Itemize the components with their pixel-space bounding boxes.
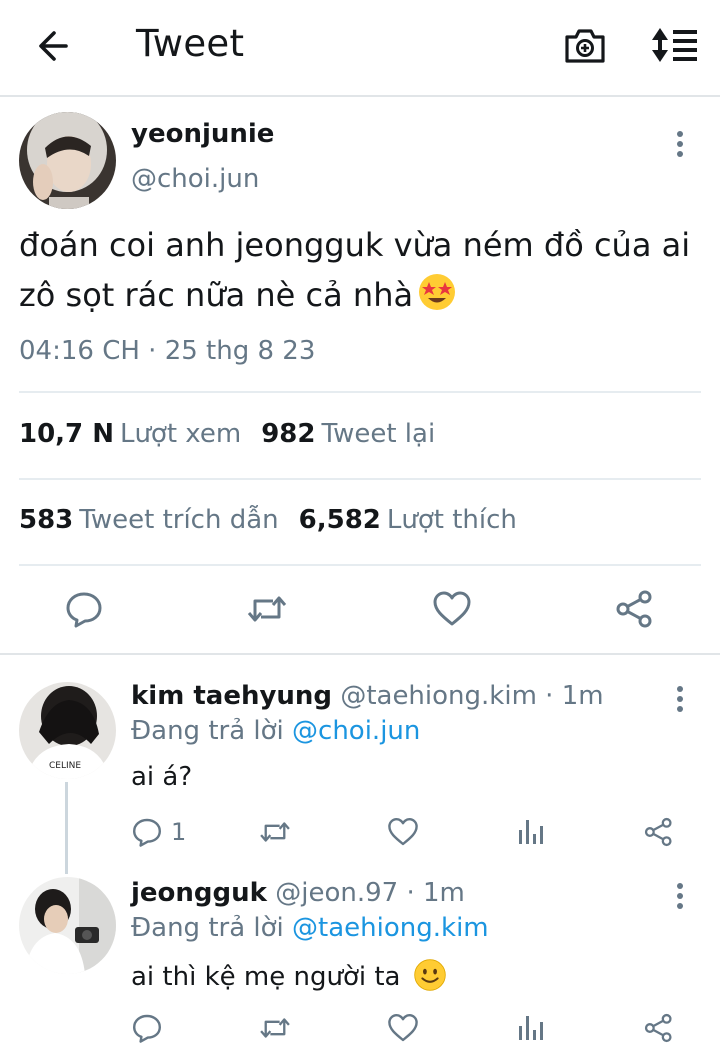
smile-emoji — [414, 959, 446, 991]
like-icon — [433, 591, 471, 626]
divider — [19, 391, 701, 393]
replying-to-link[interactable]: @choi.jun — [292, 716, 420, 746]
author-avatar[interactable] — [19, 112, 116, 209]
reply-text: ai thì kệ mẹ người ta — [131, 962, 401, 992]
retweet-button[interactable] — [245, 589, 289, 629]
analytics-icon — [519, 1016, 543, 1040]
stats-row-views-retweets: 10,7 N Lượt xem 982 Tweet lại — [19, 419, 435, 449]
replying-to-prefix: Đang trả lời — [131, 716, 284, 746]
tweet-timestamp[interactable]: 04:16 CH · 25 thg 8 23 — [19, 336, 315, 366]
page-title: Tweet — [136, 22, 245, 65]
more-vertical-icon — [677, 686, 683, 712]
more-vertical-icon — [677, 131, 683, 157]
reply-icon — [133, 818, 161, 847]
reply-text: ai á? — [131, 762, 193, 792]
reply-avatar[interactable]: CELINE — [19, 682, 116, 779]
section-divider — [0, 653, 720, 655]
svg-text:CELINE: CELINE — [49, 761, 81, 771]
reply-author-name[interactable]: kim taehyung — [131, 681, 332, 711]
author-name[interactable]: yeonjunie — [131, 119, 274, 149]
reply-icon — [133, 1014, 161, 1043]
replying-to-line: Đang trả lời @taehiong.kim — [131, 913, 489, 943]
tweet-body: đoán coi anh jeongguk vừa ném đồ của ai … — [19, 220, 709, 320]
camera-icon — [565, 29, 605, 63]
analytics-button[interactable] — [516, 1012, 546, 1044]
tweet-more-button[interactable] — [665, 126, 695, 162]
reply-icon — [66, 592, 102, 628]
like-icon — [388, 1014, 418, 1042]
retweet-icon — [260, 822, 290, 842]
reply-author-meta[interactable]: @taehiong.kim · 1m — [340, 681, 603, 711]
reply-author-meta[interactable]: @jeon.97 · 1m — [275, 878, 465, 908]
divider — [19, 564, 701, 566]
more-vertical-icon — [677, 883, 683, 909]
replying-to-prefix: Đang trả lời — [131, 913, 284, 943]
retweet-icon — [260, 1018, 290, 1038]
replying-to-line: Đang trả lời @choi.jun — [131, 716, 420, 746]
reply-body: ai thì kệ mẹ người ta — [131, 958, 447, 992]
analytics-button[interactable] — [516, 816, 546, 848]
quotes-count[interactable]: 583 — [19, 505, 73, 535]
star-struck-emoji — [419, 274, 456, 310]
like-button[interactable] — [387, 816, 419, 848]
analytics-icon — [519, 820, 543, 844]
reply-avatar[interactable] — [19, 877, 116, 974]
like-button[interactable] — [387, 1012, 419, 1044]
like-button[interactable] — [432, 589, 472, 629]
back-arrow-icon — [39, 31, 68, 61]
author-handle[interactable]: @choi.jun — [131, 164, 259, 194]
retweet-button[interactable] — [258, 816, 292, 848]
views-count: 10,7 N — [19, 419, 114, 449]
retweets-label[interactable]: Tweet lại — [322, 419, 436, 449]
share-icon — [616, 590, 652, 628]
quotes-label[interactable]: Tweet trích dẫn — [79, 505, 278, 535]
reply-header: jeongguk @jeon.97 · 1m — [131, 878, 465, 908]
reply-button[interactable]: 1 — [131, 816, 186, 848]
likes-count[interactable]: 6,582 — [299, 505, 381, 535]
reply-more-button[interactable] — [665, 878, 695, 914]
replying-to-link[interactable]: @taehiong.kim — [292, 913, 489, 943]
screenshot-button[interactable] — [562, 23, 608, 67]
share-button[interactable] — [614, 589, 656, 629]
reply-count: 1 — [171, 818, 187, 846]
reply-button[interactable] — [64, 589, 104, 629]
retweet-icon — [247, 596, 287, 622]
retweets-count[interactable]: 982 — [261, 419, 315, 449]
sort-icon — [652, 28, 697, 62]
divider — [19, 478, 701, 480]
share-button[interactable] — [643, 816, 675, 848]
reply-more-button[interactable] — [665, 681, 695, 717]
sort-button[interactable] — [648, 22, 700, 68]
retweet-button[interactable] — [258, 1012, 292, 1044]
back-button[interactable] — [28, 24, 78, 68]
stats-row-quotes-likes: 583 Tweet trích dẫn 6,582 Lượt thích — [19, 505, 517, 535]
thread-connector — [65, 782, 68, 874]
reply-button[interactable] — [131, 1012, 171, 1044]
share-button[interactable] — [643, 1012, 675, 1044]
top-app-bar: Tweet — [0, 0, 720, 97]
tweet-text: đoán coi anh jeongguk vừa ném đồ của ai … — [19, 226, 691, 314]
share-icon — [644, 1013, 672, 1043]
views-label: Lượt xem — [119, 419, 242, 449]
like-icon — [388, 818, 418, 846]
likes-label[interactable]: Lượt thích — [387, 505, 517, 535]
share-icon — [644, 817, 672, 847]
reply-author-name[interactable]: jeongguk — [131, 878, 267, 908]
reply-header: kim taehyung @taehiong.kim · 1m — [131, 681, 604, 711]
